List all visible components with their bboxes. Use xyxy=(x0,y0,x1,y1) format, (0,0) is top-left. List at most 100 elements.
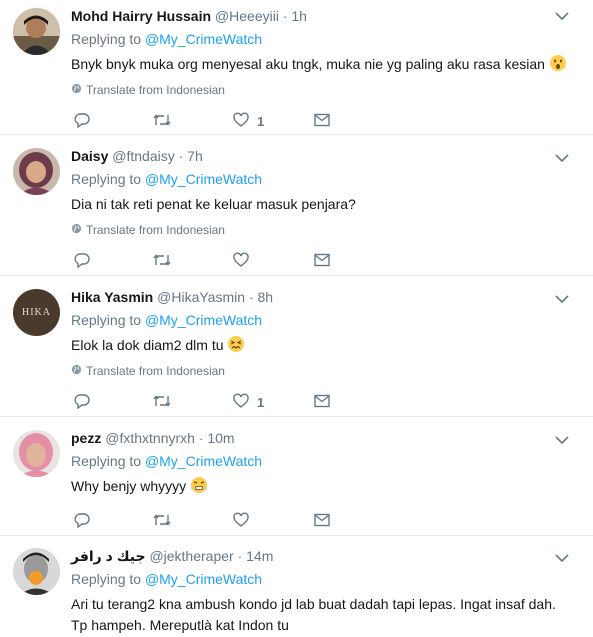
replying-label: Replying to xyxy=(71,571,142,587)
mention-link[interactable]: @My_CrimeWatch xyxy=(145,31,262,47)
retweet-button[interactable] xyxy=(153,511,171,531)
avatar[interactable] xyxy=(13,548,60,595)
like-button[interactable] xyxy=(233,251,257,271)
timestamp[interactable]: · 8h xyxy=(249,289,273,305)
translate-link[interactable]: Translate from Indonesian xyxy=(71,222,225,238)
tweet-header: Hika Yasmin @HikaYasmin · 8h xyxy=(71,288,273,306)
translate-label: Translate from Indonesian xyxy=(86,83,225,97)
direct-message-button[interactable] xyxy=(314,111,330,131)
envelope-icon xyxy=(314,253,330,270)
like-count: 1 xyxy=(257,394,265,410)
avatar[interactable] xyxy=(13,8,60,55)
tweet-1[interactable]: Mohd Hairry Hussain @Heeeyiii · 1h Reply… xyxy=(0,0,593,135)
tweet-text: Why benjy whyyyy xyxy=(71,476,208,500)
replying-to: Replying to @My_CrimeWatch xyxy=(71,311,262,329)
reply-button[interactable] xyxy=(74,251,90,271)
retweet-button[interactable] xyxy=(153,392,171,412)
chevron-down-icon[interactable] xyxy=(555,432,571,448)
handle[interactable]: @jektheraper xyxy=(149,548,233,564)
replying-label: Replying to xyxy=(71,453,142,469)
tweet-actions xyxy=(71,511,371,531)
tweet-text-content: Bnyk bnyk muka org menyesal aku tngk, mu… xyxy=(71,56,545,72)
retweet-icon xyxy=(153,393,171,412)
translate-link[interactable]: Translate from Indonesian xyxy=(71,363,225,379)
tweet-text: Dia ni tak reti penat ke keluar masuk pe… xyxy=(71,194,356,215)
display-name[interactable]: جيك د رافر xyxy=(71,548,146,564)
direct-message-button[interactable] xyxy=(314,251,330,271)
timestamp[interactable]: · 10m xyxy=(199,430,235,446)
translate-label: Translate from Indonesian xyxy=(86,364,225,378)
chevron-down-icon[interactable] xyxy=(555,550,571,566)
tweet-header: Daisy @ftndaisy · 7h xyxy=(71,147,203,165)
chevron-down-icon[interactable] xyxy=(555,8,571,24)
steam-face-emoji-icon xyxy=(190,476,208,500)
like-button[interactable]: 1 xyxy=(233,392,264,412)
direct-message-button[interactable] xyxy=(314,511,330,531)
globe-icon xyxy=(71,363,82,379)
tweet-4[interactable]: pezz @fxthxtnnyrxh · 10m Replying to @My… xyxy=(0,418,593,536)
display-name[interactable]: Mohd Hairry Hussain xyxy=(71,8,211,24)
tweet-text: Ari tu terang2 kna ambush kondo jd lab b… xyxy=(71,594,556,636)
handle[interactable]: @Heeeyiii xyxy=(215,8,279,24)
handle[interactable]: @fxthxtnnyrxh xyxy=(105,430,195,446)
heart-icon xyxy=(233,112,249,131)
avatar[interactable] xyxy=(13,430,60,477)
reply-button[interactable] xyxy=(74,511,90,531)
mention-link[interactable]: @My_CrimeWatch xyxy=(145,171,262,187)
envelope-icon xyxy=(314,513,330,530)
like-button[interactable]: 1 xyxy=(233,111,264,131)
tweet-text-content: Elok la dok diam2 dlm tu xyxy=(71,337,224,353)
tweet-text-line-1: Ari tu terang2 kna ambush kondo jd lab b… xyxy=(71,596,556,612)
tweet-header: Mohd Hairry Hussain @Heeeyiii · 1h xyxy=(71,7,307,25)
reply-icon xyxy=(74,512,90,531)
replying-label: Replying to xyxy=(71,312,142,328)
tweet-3[interactable]: HIKA Hika Yasmin @HikaYasmin · 8h Replyi… xyxy=(0,277,593,417)
direct-message-button[interactable] xyxy=(314,392,330,412)
globe-icon xyxy=(71,222,82,238)
retweet-button[interactable] xyxy=(153,111,171,131)
tweet-text-content: Why benjy whyyyy xyxy=(71,478,187,494)
replying-label: Replying to xyxy=(71,31,142,47)
timestamp[interactable]: · 1h xyxy=(283,8,307,24)
tweet-header: pezz @fxthxtnnyrxh · 10m xyxy=(71,429,235,447)
chevron-down-icon[interactable] xyxy=(555,291,571,307)
translate-label: Translate from Indonesian xyxy=(86,223,225,237)
like-count: 1 xyxy=(257,113,265,129)
hushed-face-emoji-icon xyxy=(549,54,567,78)
reply-button[interactable] xyxy=(74,392,90,412)
display-name[interactable]: Daisy xyxy=(71,148,108,164)
reply-button[interactable] xyxy=(74,111,90,131)
like-button[interactable] xyxy=(233,511,257,531)
tweet-2[interactable]: Daisy @ftndaisy · 7h Replying to @My_Cri… xyxy=(0,136,593,276)
display-name[interactable]: Hika Yasmin xyxy=(71,289,153,305)
handle[interactable]: @ftndaisy xyxy=(112,148,174,164)
retweet-button[interactable] xyxy=(153,251,171,271)
retweet-icon xyxy=(153,252,171,271)
retweet-icon xyxy=(153,512,171,531)
heart-icon xyxy=(233,252,249,271)
tweet-text: Elok la dok diam2 dlm tu xyxy=(71,335,245,359)
mention-link[interactable]: @My_CrimeWatch xyxy=(145,453,262,469)
avatar[interactable]: HIKA xyxy=(13,289,60,336)
tweet-header: جيك د رافر @jektheraper · 14m xyxy=(71,547,273,565)
reply-icon xyxy=(74,252,90,271)
confounded-face-emoji-icon xyxy=(227,335,245,359)
tweet-5[interactable]: جيك د رافر @jektheraper · 14m Replying t… xyxy=(0,537,593,637)
display-name[interactable]: pezz xyxy=(71,430,101,446)
avatar[interactable] xyxy=(13,148,60,195)
tweet-text-content: Dia ni tak reti penat ke keluar masuk pe… xyxy=(71,196,356,212)
mention-link[interactable]: @My_CrimeWatch xyxy=(145,571,262,587)
timestamp[interactable]: · 7h xyxy=(179,148,203,164)
handle[interactable]: @HikaYasmin xyxy=(157,289,245,305)
replying-label: Replying to xyxy=(71,171,142,187)
globe-icon xyxy=(71,82,82,98)
timestamp[interactable]: · 14m xyxy=(238,548,274,564)
tweet-text: Bnyk bnyk muka org menyesal aku tngk, mu… xyxy=(71,54,567,78)
reply-icon xyxy=(74,393,90,412)
replying-to: Replying to @My_CrimeWatch xyxy=(71,452,262,470)
tweet-actions: 1 xyxy=(71,392,371,412)
replying-to: Replying to @My_CrimeWatch xyxy=(71,570,262,588)
mention-link[interactable]: @My_CrimeWatch xyxy=(145,312,262,328)
chevron-down-icon[interactable] xyxy=(555,150,571,166)
translate-link[interactable]: Translate from Indonesian xyxy=(71,82,225,98)
